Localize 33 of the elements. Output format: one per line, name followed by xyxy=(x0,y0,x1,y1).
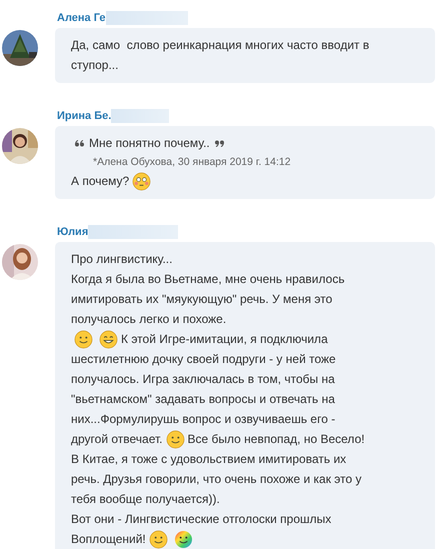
message-text: речь. Друзья говорили, что очень похоже и как это у xyxy=(71,471,362,488)
message-text: ступор... xyxy=(71,57,118,74)
author-name[interactable]: Ирина Бе. xyxy=(57,110,112,122)
author-name[interactable]: Алена Ге xyxy=(57,12,106,24)
quoted-text: Мне понятно почему.. xyxy=(89,135,210,152)
smiley-icon xyxy=(166,430,184,448)
message-text: К этой Игре-имитации, я подключила xyxy=(121,331,328,348)
message-text: них...Формулирушь вопрос и озвучиваешь его - xyxy=(71,411,336,428)
message-text: Все было невпопад, но Весело! xyxy=(188,431,365,448)
grinning-face-icon xyxy=(99,330,118,348)
message-text: шестилетнюю дочку своей подруги - у ней тоже xyxy=(71,351,336,368)
message-text: получалось. Игра заключалась в том, чтобы на xyxy=(71,371,335,388)
blurred-name xyxy=(111,109,170,123)
message-text: В Китае, я тоже с удовольствием имитировать их xyxy=(71,451,346,468)
smiley-icon xyxy=(74,330,93,348)
quote-source: *Алена Обухова, 30 января 2019 г. 14:12 xyxy=(92,155,292,170)
message-text: Вот они - Лингвистические отголоски прошлых xyxy=(71,511,332,528)
rainbow-smiley-icon xyxy=(174,530,193,548)
flushed-face-icon xyxy=(132,172,152,190)
open-quote-icon xyxy=(75,140,84,146)
message-text: "вьетнамском" задавать вопросы и отвечать на xyxy=(71,391,335,408)
author-name[interactable]: Юлия xyxy=(57,226,88,238)
message-text: тебя вообще получается)). xyxy=(71,491,220,508)
message-text: имитировать их "мяукующую" речь. У меня это xyxy=(71,291,332,308)
close-quote-icon xyxy=(214,140,224,146)
message-text: Когда я была во Вьетнаме, мне очень нравилось xyxy=(71,271,345,288)
message-text: другой отвечает. xyxy=(71,431,162,448)
message-text: Да, само слово реинкарнация многих часто вводит в xyxy=(71,37,370,54)
message-text: получалось легко и похоже. xyxy=(71,311,226,328)
message-text: Про лингвистику... xyxy=(71,251,172,268)
message-text: А почему? xyxy=(71,173,130,190)
message-text: Воплощений! xyxy=(71,531,146,548)
smiley-icon xyxy=(148,530,168,548)
